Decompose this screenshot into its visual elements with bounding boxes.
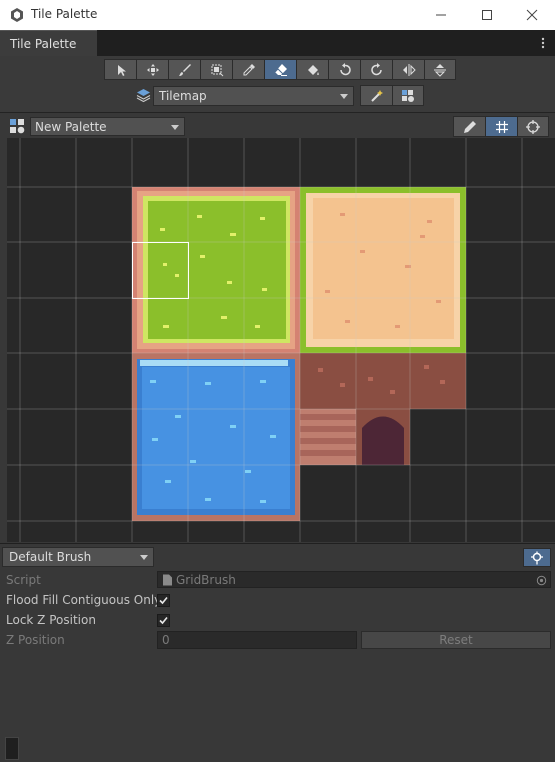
z-position-value: 0 — [162, 633, 170, 647]
focus-tilemap-button[interactable] — [360, 85, 392, 106]
brush-dropdown-value: Default Brush — [9, 550, 92, 564]
brush-icon — [178, 63, 191, 76]
script-value: GridBrush — [176, 572, 236, 587]
script-field: GridBrush — [157, 571, 551, 588]
move-tool-button[interactable] — [136, 59, 168, 80]
reset-label: Reset — [439, 633, 473, 647]
more-options-icon[interactable] — [537, 36, 549, 50]
paint-tool-button[interactable] — [168, 59, 200, 80]
active-tilemap-value: Tilemap — [159, 89, 207, 103]
flip-x-tool-button[interactable] — [392, 59, 424, 80]
picker-tool-button[interactable] — [232, 59, 264, 80]
minimize-button[interactable] — [418, 0, 464, 30]
edit-palette-button[interactable] — [453, 116, 485, 137]
toggle-grid-button[interactable] — [485, 116, 517, 137]
toggle-gizmos-button[interactable] — [517, 116, 549, 137]
crosshair-icon — [526, 119, 540, 134]
tab-tile-palette[interactable]: Tile Palette — [0, 30, 97, 56]
box-fill-tool-button[interactable] — [200, 59, 232, 80]
lock-z-checkbox[interactable] — [157, 614, 170, 627]
flood-fill-label: Flood Fill Contiguous Only — [6, 593, 162, 607]
flood-fill-checkbox[interactable] — [157, 594, 170, 607]
resize-handle[interactable] — [5, 737, 19, 760]
palette-tiles-canvas — [7, 138, 555, 542]
tilemap-action-buttons — [360, 85, 424, 107]
grid-icon — [495, 120, 508, 133]
palette-edit-buttons — [453, 116, 549, 138]
rotate-cw-tool-button[interactable] — [360, 59, 392, 80]
brush-dropdown[interactable]: Default Brush — [2, 547, 154, 567]
paint-bucket-icon — [307, 64, 319, 75]
pencil-icon — [463, 120, 476, 133]
close-icon — [526, 9, 538, 21]
brush-settings-icon — [531, 551, 543, 564]
tab-label: Tile Palette — [10, 36, 77, 51]
script-label: Script — [6, 573, 41, 587]
maximize-icon — [482, 10, 492, 20]
maximize-button[interactable] — [464, 0, 510, 30]
rotate-ccw-tool-button[interactable] — [328, 59, 360, 80]
unity-logo-icon — [11, 8, 23, 22]
eyedropper-icon — [243, 63, 255, 75]
tool-buttons — [104, 59, 456, 81]
flip-y-tool-button[interactable] — [424, 59, 456, 80]
lock-z-label: Lock Z Position — [6, 613, 96, 627]
rotate-right-icon — [370, 62, 382, 75]
window-title-bar: Tile Palette — [0, 0, 555, 30]
palette-grid-icon — [402, 89, 414, 102]
palette-grid-view[interactable] — [7, 138, 555, 542]
rotate-left-icon — [339, 62, 351, 75]
checkmark-icon — [159, 596, 168, 605]
chevron-down-icon — [140, 555, 148, 560]
active-tilemap-dropdown[interactable]: Tilemap — [153, 86, 354, 106]
chevron-down-icon — [340, 94, 348, 99]
brush-pick-button[interactable] — [523, 548, 551, 567]
reset-button[interactable]: Reset — [361, 631, 551, 649]
move-arrows-icon — [146, 63, 159, 76]
palette-dropdown[interactable]: New Palette — [30, 117, 185, 136]
erase-tool-button[interactable] — [264, 59, 296, 80]
z-position-field[interactable]: 0 — [157, 631, 357, 649]
arrow-pointer-icon — [117, 64, 126, 76]
palette-dropdown-value: New Palette — [35, 119, 107, 134]
script-file-icon — [163, 574, 172, 585]
box-fill-icon — [211, 64, 223, 76]
eraser-icon — [274, 63, 287, 76]
palette-grid-icon — [10, 119, 25, 134]
select-tool-button[interactable] — [104, 59, 136, 80]
target-picker-icon[interactable] — [536, 575, 547, 586]
chevron-down-icon — [171, 125, 179, 130]
window-title: Tile Palette — [31, 7, 98, 21]
fill-tool-button[interactable] — [296, 59, 328, 80]
flip-vertical-icon — [434, 63, 446, 77]
close-button[interactable] — [509, 0, 555, 30]
checkmark-icon — [159, 616, 168, 625]
magic-wand-icon — [370, 89, 383, 102]
z-position-label: Z Position — [6, 633, 65, 647]
minimize-icon — [436, 14, 446, 16]
tilemap-layers-icon — [136, 89, 151, 103]
tile-palette-settings-button[interactable] — [392, 85, 424, 106]
flip-horizontal-icon — [402, 63, 416, 76]
